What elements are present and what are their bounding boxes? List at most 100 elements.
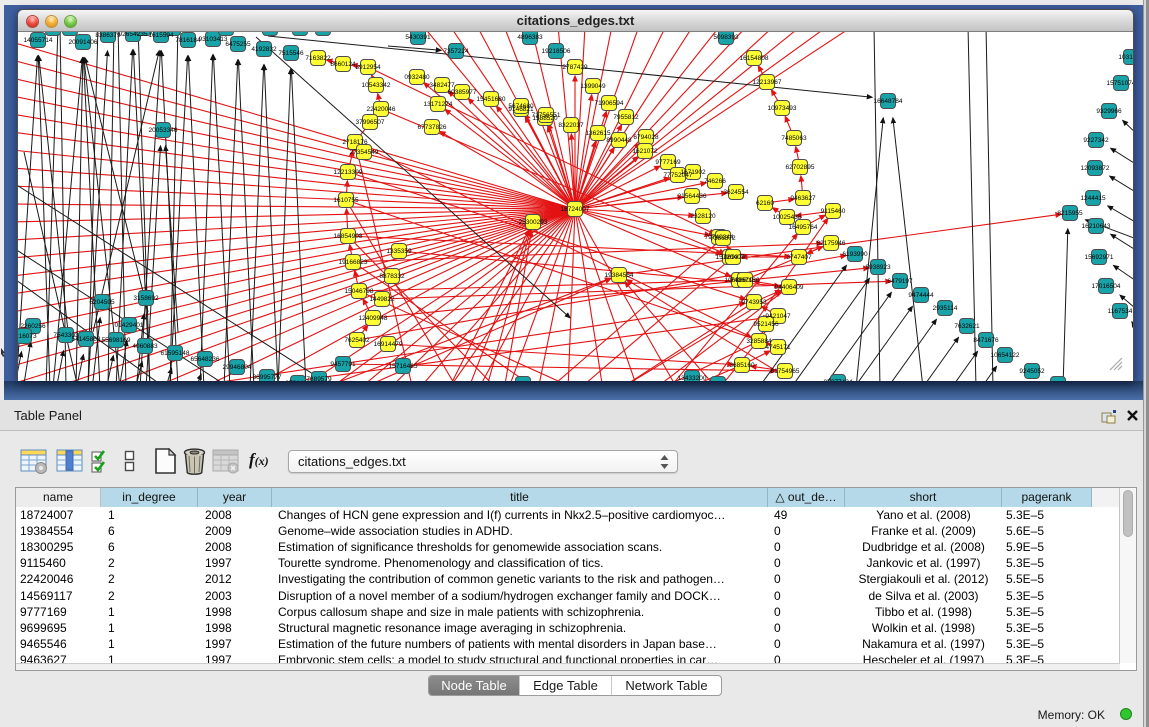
svg-text:19166823: 19166823 — [339, 259, 368, 266]
svg-text:18724007: 18724007 — [561, 206, 590, 213]
svg-text:3747407: 3747407 — [786, 254, 812, 261]
svg-text:9421047: 9421047 — [765, 313, 791, 320]
svg-text:14055714: 14055714 — [24, 37, 53, 44]
svg-text:62702895: 62702895 — [786, 164, 815, 171]
svg-text:3624554: 3624554 — [723, 189, 749, 196]
svg-text:01429401: 01429401 — [115, 322, 144, 329]
svg-text:9245052: 9245052 — [1019, 368, 1045, 375]
svg-text:71756551: 71756551 — [532, 112, 561, 119]
svg-text:8878332: 8878332 — [379, 273, 405, 280]
svg-text:1362615: 1362615 — [585, 130, 611, 137]
svg-text:8912954: 8912954 — [355, 64, 381, 71]
svg-text:93103413: 93103413 — [199, 36, 228, 43]
svg-text:7357224: 7357224 — [443, 48, 469, 55]
svg-text:8471676: 8471676 — [973, 337, 999, 344]
svg-text:16914479: 16914479 — [374, 341, 403, 348]
svg-text:2328120: 2328120 — [690, 213, 716, 220]
svg-text:10543342: 10543342 — [362, 82, 391, 89]
svg-text:13433200: 13433200 — [678, 375, 707, 381]
svg-text:7163822: 7163822 — [305, 55, 331, 62]
svg-text:9457791: 9457791 — [330, 361, 356, 368]
svg-text:16210643: 16210643 — [1082, 223, 1111, 230]
svg-text:67737826: 67737826 — [418, 124, 447, 131]
svg-text:12409948: 12409948 — [359, 315, 388, 322]
svg-text:12093872: 12093872 — [1081, 165, 1110, 172]
svg-text:36995777: 36995777 — [253, 374, 282, 381]
svg-text:9329966: 9329966 — [1096, 108, 1122, 115]
svg-text:16854908: 16854908 — [334, 233, 363, 240]
svg-text:8938923: 8938923 — [865, 264, 891, 271]
svg-text:5430391: 5430391 — [405, 34, 431, 41]
svg-text:16495764: 16495764 — [789, 224, 818, 231]
svg-text:5098393: 5098393 — [713, 34, 739, 41]
svg-text:4060883: 4060883 — [132, 343, 158, 350]
svg-text:21564436: 21564436 — [678, 193, 707, 200]
svg-text:1610755: 1610755 — [333, 197, 359, 204]
svg-text:8386379: 8386379 — [95, 32, 121, 39]
svg-text:71906594: 71906594 — [595, 100, 624, 107]
svg-text:4216073: 4216073 — [18, 333, 37, 340]
svg-text:4896383: 4896383 — [517, 34, 543, 41]
svg-text:10654122: 10654122 — [991, 352, 1020, 359]
svg-text:27354549: 27354549 — [350, 149, 379, 156]
svg-text:7632621: 7632621 — [954, 323, 980, 330]
svg-text:9474444: 9474444 — [908, 292, 934, 299]
svg-text:20091406: 20091406 — [69, 39, 98, 46]
svg-text:02654235: 02654235 — [119, 32, 148, 38]
svg-text:5674680: 5674680 — [508, 103, 534, 110]
svg-text:15451680: 15451680 — [477, 96, 506, 103]
svg-text:12213309: 12213309 — [334, 169, 363, 176]
svg-text:8215955: 8215955 — [1057, 210, 1083, 217]
svg-text:6479197: 6479197 — [887, 278, 913, 285]
svg-text:22420046: 22420046 — [367, 106, 396, 113]
svg-text:2935114: 2935114 — [933, 305, 958, 312]
svg-text:29946804: 29946804 — [223, 364, 252, 371]
svg-text:6193990: 6193990 — [842, 251, 868, 258]
svg-text:4192832: 4192832 — [251, 46, 277, 53]
svg-text:25300293: 25300293 — [519, 219, 548, 226]
svg-text:1335359: 1335359 — [386, 248, 412, 255]
svg-text:1969379: 1969379 — [720, 254, 746, 261]
svg-text:9227342: 9227342 — [1083, 137, 1109, 144]
svg-text:6475255: 6475255 — [225, 41, 251, 48]
svg-text:7625402: 7625402 — [344, 337, 370, 344]
svg-text:1671902: 1671902 — [680, 169, 706, 176]
svg-text:8990448: 8990448 — [606, 137, 632, 144]
svg-text:0932480: 0932480 — [404, 74, 430, 81]
svg-text:1621072: 1621072 — [632, 148, 658, 155]
svg-text:2260256: 2260256 — [20, 323, 46, 330]
svg-text:3158692: 3158692 — [133, 295, 159, 302]
svg-text:20053346: 20053346 — [149, 127, 178, 134]
svg-text:61595148: 61595148 — [161, 350, 190, 357]
svg-text:1449822: 1449822 — [369, 296, 395, 303]
svg-text:74367136: 74367136 — [731, 277, 760, 284]
svg-text:1399049: 1399049 — [580, 83, 606, 90]
svg-text:2787429: 2787429 — [562, 64, 588, 71]
svg-text:82175946: 82175946 — [817, 240, 846, 247]
svg-text:1244415: 1244415 — [1080, 195, 1106, 202]
svg-text:7485063: 7485063 — [781, 135, 807, 142]
svg-text:54145868: 54145868 — [72, 336, 101, 343]
svg-text:94406409: 94406409 — [775, 284, 804, 291]
svg-text:12213967: 12213967 — [753, 79, 782, 86]
svg-text:6794028: 6794028 — [633, 134, 659, 141]
svg-text:7515546: 7515546 — [278, 50, 304, 57]
svg-text:13171274: 13171274 — [424, 101, 453, 108]
svg-text:10973493: 10973493 — [768, 105, 797, 112]
svg-text:9777169: 9777169 — [655, 159, 681, 166]
svg-text:4745171: 4745171 — [765, 344, 791, 351]
svg-text:19218506: 19218506 — [542, 48, 571, 55]
svg-text:55698169: 55698169 — [102, 337, 131, 344]
svg-text:17016504: 17016504 — [1092, 283, 1121, 290]
svg-text:9521456: 9521456 — [753, 321, 779, 328]
svg-text:87277434: 87277434 — [824, 379, 853, 381]
svg-text:9463627: 9463627 — [790, 195, 816, 202]
svg-text:3482477: 3482477 — [429, 82, 455, 89]
svg-text:7386372: 7386372 — [710, 235, 736, 242]
svg-text:6204505: 6204505 — [89, 299, 115, 306]
svg-text:7816184: 7816184 — [175, 37, 201, 44]
svg-text:60385977: 60385977 — [448, 89, 477, 96]
svg-text:746266: 746266 — [704, 178, 726, 185]
svg-text:81754965: 81754965 — [771, 368, 800, 375]
svg-text:15751074: 15751074 — [1107, 80, 1133, 87]
